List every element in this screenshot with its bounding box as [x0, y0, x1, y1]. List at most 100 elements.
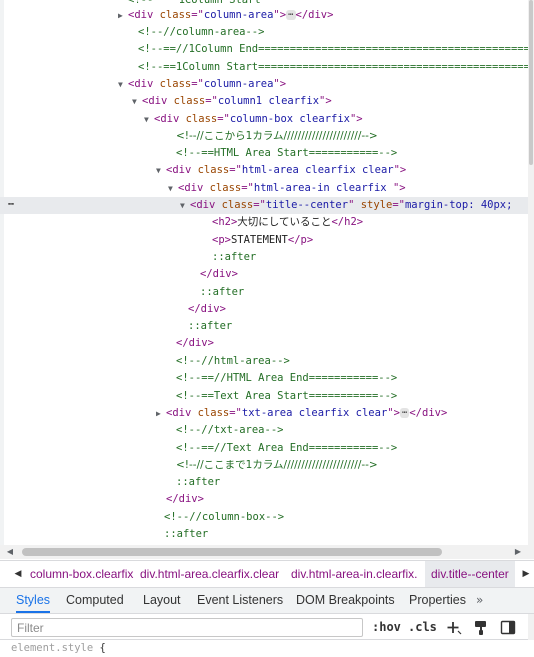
dom-node-line[interactable]: <!--//txt-area-->: [0, 422, 528, 439]
styles-toolbar: :hov .cls: [0, 614, 534, 640]
breadcrumb-item-html-area-in[interactable]: div.html-area-in.clearfix.: [285, 561, 423, 587]
dom-node-line[interactable]: <!--==//Text Area End===========-->: [0, 440, 528, 457]
expand-arrow-icon[interactable]: ▶: [156, 405, 166, 422]
dom-node-line[interactable]: ▶ <div class="txt-area clearfix clear"> ⋯ <…: [0, 405, 528, 422]
scroll-right-icon[interactable]: ▶: [512, 546, 524, 558]
horizontal-scroll-thumb[interactable]: [22, 548, 442, 556]
breadcrumb-item-html-area[interactable]: div.html-area.clearfix.clear: [134, 561, 285, 587]
dom-token-tag: </div>: [176, 337, 214, 349]
dom-node-line[interactable]: ::after: [0, 474, 528, 491]
dom-token-attr: class: [159, 9, 192, 21]
dom-node-line[interactable]: ▼ <div class="column-box clearfix">: [0, 111, 528, 128]
dom-node-line[interactable]: ▶ <div class="column-area"> ⋯ </div>: [0, 7, 528, 24]
paint-icon[interactable]: [472, 618, 490, 637]
dom-node-line[interactable]: ::after: [0, 284, 528, 301]
dom-node-line[interactable]: <!--==HTML Area Start===========-->: [0, 145, 528, 162]
dom-node-line[interactable]: ▼ <div class="html-area-in clearfix ">: [0, 180, 528, 197]
tab-computed[interactable]: Computed: [66, 588, 124, 613]
dom-node-line[interactable]: </div>: [0, 301, 528, 318]
dom-node-line[interactable]: ▼ <div class="html-area clearfix clear">: [0, 162, 528, 179]
ellipsis-icon[interactable]: ⋯: [286, 10, 296, 20]
dom-token-text: 大切にしていること: [237, 216, 332, 228]
dom-node-line[interactable]: <!--//ここから1カラム//////////////////////-->: [0, 128, 528, 145]
styles-pane: element.style {: [0, 640, 534, 657]
tab-event-listeners[interactable]: Event Listeners: [197, 588, 283, 613]
dom-token-tag: =": [191, 9, 204, 21]
dom-node-line[interactable]: <!--//html-area-->: [0, 353, 528, 370]
dom-token-tag: ">: [273, 78, 287, 90]
dom-token-comment: <!-- 1Column Start: [128, 0, 261, 6]
collapse-arrow-icon[interactable]: ▼: [118, 76, 128, 93]
class-toggle-button[interactable]: .cls: [408, 618, 437, 637]
dom-token-tag: ">: [319, 95, 332, 107]
new-rule-icon[interactable]: [445, 618, 463, 637]
dom-token-tag: <div: [190, 199, 222, 211]
dom-node-line[interactable]: ▼ <div class="column-area">: [0, 76, 528, 93]
dom-tree-horizontal-scrollbar[interactable]: ◀ ▶: [0, 545, 534, 559]
selected-node-menu-icon[interactable]: ⋯: [8, 199, 14, 210]
dom-token-val: column-area: [203, 78, 274, 90]
dom-node-line[interactable]: <!--//ここまで1カラム//////////////////////-->: [0, 457, 528, 474]
vertical-scroll-thumb[interactable]: [529, 0, 533, 165]
hover-state-toggle-button[interactable]: :hov: [372, 618, 401, 637]
tab-styles[interactable]: Styles: [16, 588, 51, 613]
dom-token-tag: <div: [166, 164, 198, 176]
dom-node-line[interactable]: <h2>大切にしていること</h2>: [0, 214, 528, 231]
dom-token-val: column-area: [203, 9, 274, 21]
dom-token-tag: </div>: [409, 407, 448, 419]
tab-layout[interactable]: Layout: [143, 588, 181, 613]
dom-node-line[interactable]: <!--//column-area-->: [0, 24, 528, 41]
dom-token-tag: =": [205, 95, 218, 107]
dom-node-line[interactable]: ::after: [0, 318, 528, 335]
collapse-arrow-icon[interactable]: ▼: [180, 197, 190, 214]
element-style-rule[interactable]: element.style {: [11, 642, 106, 654]
dom-token-val: txt-area clearfix clear: [241, 407, 388, 419]
dom-token-tag: ">: [273, 9, 287, 21]
dom-node-line[interactable]: <!--==Text Area Start===========-->: [0, 388, 528, 405]
dom-node-line[interactable]: <!--==1Column Start=====================…: [0, 59, 528, 76]
dom-token-tag: </div>: [295, 9, 334, 21]
dom-node-line[interactable]: <p>STATEMENT</p>: [0, 232, 528, 249]
dom-token-tag: =": [217, 113, 230, 125]
dom-node-line[interactable]: ::after: [0, 249, 528, 266]
dom-node-line[interactable]: </div>: [0, 266, 528, 283]
dom-token-pseudo: ::after: [200, 286, 245, 298]
dom-token-tag: </div>: [188, 303, 226, 315]
dom-node-line[interactable]: ::after: [0, 526, 528, 543]
breadcrumb-item-column-box[interactable]: column-box.clearfix: [24, 561, 139, 587]
dom-node-line[interactable]: ▼ <div class="column1 clearfix">: [0, 93, 528, 110]
collapse-arrow-icon[interactable]: ▼: [144, 111, 154, 128]
dom-node-line[interactable]: <!--==//HTML Area End===========-->: [0, 370, 528, 387]
collapse-arrow-icon[interactable]: ▼: [168, 180, 178, 197]
collapse-arrow-icon[interactable]: ▼: [156, 162, 166, 179]
elements-dom-tree: <!-- 1Column Start ▶ <div class="column-ar…: [0, 0, 534, 545]
dom-tree-vertical-scrollbar[interactable]: [528, 0, 534, 545]
scroll-left-icon[interactable]: ◀: [4, 546, 16, 558]
dom-node-line[interactable]: <!--==//1Column End=====================…: [0, 41, 528, 58]
dom-token-tag: =": [191, 78, 204, 90]
collapse-arrow-icon[interactable]: ▼: [132, 93, 142, 110]
dom-token-tag: =": [241, 182, 254, 194]
breadcrumb-item-title-center[interactable]: div.title--center: [425, 561, 515, 587]
dom-token-comment: <!--//column-area-->: [138, 26, 265, 38]
expand-arrow-icon[interactable]: ▶: [118, 7, 128, 24]
dom-token-tag: </p>: [287, 234, 314, 246]
styles-filter-input[interactable]: [11, 618, 363, 637]
dom-token-comment: <!--==//1Column End=====================…: [138, 43, 528, 55]
dom-node-selected[interactable]: ▼ <div class="title--center" style="margi…: [0, 197, 528, 215]
ellipsis-icon[interactable]: ⋯: [399, 408, 410, 418]
dom-token-tag: <div: [142, 95, 174, 107]
tab-dom-breakpoints[interactable]: DOM Breakpoints: [296, 588, 395, 613]
dom-node-line[interactable]: </div>: [0, 335, 528, 352]
dom-node-line[interactable]: <!--//column-box-->: [0, 509, 528, 526]
tab-properties[interactable]: Properties: [409, 588, 466, 613]
breadcrumb-scroll-right-icon[interactable]: ▶: [518, 561, 534, 587]
dom-token-val: column-box clearfix: [229, 113, 350, 125]
dom-token-tag: =": [229, 407, 242, 419]
breadcrumb: ◀ column-box.clearfix div.html-area.clea…: [0, 560, 534, 588]
dom-node-line[interactable]: </div>: [0, 491, 528, 508]
more-tabs-icon[interactable]: »: [476, 588, 483, 613]
dom-token-tag: =": [229, 164, 242, 176]
dom-token-tag: <div: [154, 113, 186, 125]
toggle-sidebar-icon[interactable]: [499, 618, 517, 637]
